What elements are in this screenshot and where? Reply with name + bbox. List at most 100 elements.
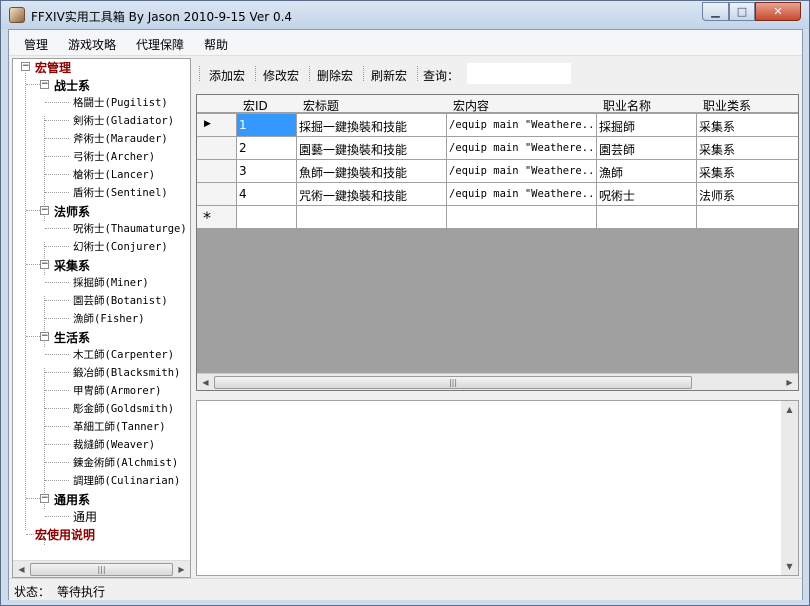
- edit-macro-button[interactable]: 修改宏: [263, 67, 299, 84]
- cell-job-name[interactable]: 採掘師: [597, 114, 697, 136]
- tree-item-fisher[interactable]: 漁師(Fisher): [73, 312, 145, 326]
- cell-job-class[interactable]: [697, 206, 798, 228]
- toggle-common-icon[interactable]: −: [40, 494, 49, 503]
- refresh-macro-button[interactable]: 刷新宏: [371, 67, 407, 84]
- col-job-class[interactable]: 职业类系: [703, 97, 751, 114]
- add-macro-button[interactable]: 添加宏: [209, 67, 245, 84]
- tree-cat-mage[interactable]: 法师系: [54, 205, 90, 219]
- table-row[interactable]: 3 魚師一鍵換裝和技能 /equip main "Weathere... 漁師 …: [197, 160, 798, 183]
- cell-job-name[interactable]: 呪術士: [597, 183, 697, 205]
- cell-id[interactable]: 3: [237, 160, 297, 182]
- tree-item-thaumaturge[interactable]: 呪術士(Thaumaturge): [73, 222, 187, 236]
- title-bar[interactable]: FFXIV实用工具箱 By Jason 2010-9-15 Ver 0.4 ▁ …: [1, 1, 809, 29]
- tree-item-botanist[interactable]: 園芸師(Botanist): [73, 294, 168, 308]
- tree-item-carpenter[interactable]: 木工師(Carpenter): [73, 348, 174, 362]
- macro-tree-panel[interactable]: − 宏管理 − 战士系 格闘士(Pugilist) 剣術士(Gladiator)…: [12, 58, 191, 578]
- scroll-thumb[interactable]: |||: [30, 563, 173, 576]
- cell-id[interactable]: [237, 206, 297, 228]
- tree-root-macro-manage[interactable]: 宏管理: [35, 61, 71, 75]
- table-row[interactable]: ▶ 1 採掘一鍵換裝和技能 /equip main "Weathere... 採…: [197, 114, 798, 137]
- col-job-name[interactable]: 职业名称: [603, 97, 651, 114]
- tree-item-gladiator[interactable]: 剣術士(Gladiator): [73, 114, 174, 128]
- cell-job-class[interactable]: 采集系: [697, 137, 798, 159]
- toggle-craft-icon[interactable]: −: [40, 332, 49, 341]
- tree-item-marauder[interactable]: 斧術士(Marauder): [73, 132, 168, 146]
- cell-job-name[interactable]: 漁師: [597, 160, 697, 182]
- cell-title[interactable]: 魚師一鍵換裝和技能: [297, 160, 447, 182]
- detail-vertical-scrollbar[interactable]: ▲ ▼: [781, 401, 798, 575]
- cell-job-class[interactable]: 采集系: [697, 114, 798, 136]
- menu-manage[interactable]: 管理: [24, 36, 48, 53]
- tree-item-archer[interactable]: 弓術士(Archer): [73, 150, 155, 164]
- maximize-button[interactable]: □: [729, 2, 755, 21]
- cell-content[interactable]: /equip main "Weathere...: [447, 160, 597, 182]
- tree-item-alchemist[interactable]: 錬金術師(Alchmist): [73, 456, 178, 470]
- macro-content-textarea[interactable]: ▲ ▼: [196, 400, 799, 576]
- tree-cat-gather[interactable]: 采集系: [54, 259, 90, 273]
- tree-item-tanner[interactable]: 革細工師(Tanner): [73, 420, 166, 434]
- row-header[interactable]: [197, 183, 237, 205]
- new-row[interactable]: *: [197, 206, 798, 229]
- table-row[interactable]: 2 園藝一鍵換裝和技能 /equip main "Weathere... 園芸師…: [197, 137, 798, 160]
- tree-item-conjurer[interactable]: 幻術士(Conjurer): [73, 240, 168, 254]
- row-header[interactable]: [197, 160, 237, 182]
- scroll-up-icon[interactable]: ▲: [781, 401, 798, 418]
- search-input[interactable]: [467, 63, 571, 84]
- toggle-warrior-icon[interactable]: −: [40, 80, 49, 89]
- scroll-right-icon[interactable]: ▶: [781, 374, 798, 390]
- cell-content[interactable]: /equip main "Weathere...: [447, 137, 597, 159]
- col-macro-title[interactable]: 宏标题: [303, 97, 339, 114]
- macro-tree[interactable]: − 宏管理 − 战士系 格闘士(Pugilist) 剣術士(Gladiator)…: [13, 59, 190, 559]
- cell-job-name[interactable]: [597, 206, 697, 228]
- tree-item-goldsmith[interactable]: 彫金師(Goldsmith): [73, 402, 174, 416]
- menu-proxy[interactable]: 代理保障: [136, 36, 184, 53]
- tree-item-sentinel[interactable]: 盾術士(Sentinel): [73, 186, 168, 200]
- tree-item-blacksmith[interactable]: 鍛冶師(Blacksmith): [73, 366, 180, 380]
- cell-id[interactable]: 1: [237, 114, 297, 136]
- menu-help[interactable]: 帮助: [204, 36, 228, 53]
- cell-job-name[interactable]: 園芸師: [597, 137, 697, 159]
- close-button[interactable]: ✕: [755, 2, 801, 21]
- grid-horizontal-scrollbar[interactable]: ◀ ||| ▶: [197, 373, 798, 390]
- cell-title[interactable]: [297, 206, 447, 228]
- cell-job-class[interactable]: 法师系: [697, 183, 798, 205]
- row-header[interactable]: *: [197, 206, 237, 228]
- delete-macro-button[interactable]: 删除宏: [317, 67, 353, 84]
- cell-id[interactable]: 2: [237, 137, 297, 159]
- col-macro-content[interactable]: 宏内容: [453, 97, 489, 114]
- tree-item-weaver[interactable]: 裁縫師(Weaver): [73, 438, 155, 452]
- cell-content[interactable]: /equip main "Weathere...: [447, 183, 597, 205]
- cell-content[interactable]: [447, 206, 597, 228]
- tree-item-common[interactable]: 通用: [73, 510, 97, 524]
- tree-root-macro-help[interactable]: 宏使用说明: [35, 528, 95, 542]
- col-macro-id[interactable]: 宏ID: [243, 97, 268, 114]
- minimize-button[interactable]: ▁: [702, 2, 729, 21]
- tree-item-armorer[interactable]: 甲冑師(Armorer): [73, 384, 161, 398]
- toggle-root-icon[interactable]: −: [21, 62, 30, 71]
- scroll-left-icon[interactable]: ◀: [197, 374, 214, 390]
- tree-item-culinarian[interactable]: 調理師(Culinarian): [73, 474, 180, 488]
- tree-item-miner[interactable]: 採掘師(Miner): [73, 276, 149, 290]
- tree-item-pugilist[interactable]: 格闘士(Pugilist): [73, 96, 168, 110]
- cell-title[interactable]: 採掘一鍵換裝和技能: [297, 114, 447, 136]
- toggle-gather-icon[interactable]: −: [40, 260, 49, 269]
- scroll-thumb[interactable]: |||: [214, 376, 692, 389]
- tree-cat-warrior[interactable]: 战士系: [54, 79, 90, 93]
- table-row[interactable]: 4 咒術一鍵換裝和技能 /equip main "Weathere... 呪術士…: [197, 183, 798, 206]
- toggle-mage-icon[interactable]: −: [40, 206, 49, 215]
- cell-title[interactable]: 園藝一鍵換裝和技能: [297, 137, 447, 159]
- cell-id[interactable]: 4: [237, 183, 297, 205]
- scroll-left-icon[interactable]: ◀: [13, 561, 30, 578]
- cell-job-class[interactable]: 采集系: [697, 160, 798, 182]
- scroll-right-icon[interactable]: ▶: [173, 561, 190, 578]
- tree-cat-craft[interactable]: 生活系: [54, 331, 90, 345]
- macro-grid[interactable]: 宏ID 宏标题 宏内容 职业名称 职业类系 ▶ 1 採掘一鍵換裝和技能 /equ…: [196, 94, 799, 391]
- scroll-down-icon[interactable]: ▼: [781, 558, 798, 575]
- cell-title[interactable]: 咒術一鍵換裝和技能: [297, 183, 447, 205]
- menu-game-guide[interactable]: 游戏攻略: [68, 36, 116, 53]
- row-header[interactable]: ▶: [197, 114, 237, 136]
- tree-horizontal-scrollbar[interactable]: ◀ ||| ▶: [13, 560, 190, 577]
- tree-cat-common[interactable]: 通用系: [54, 493, 90, 507]
- row-header[interactable]: [197, 137, 237, 159]
- tree-item-lancer[interactable]: 槍術士(Lancer): [73, 168, 155, 182]
